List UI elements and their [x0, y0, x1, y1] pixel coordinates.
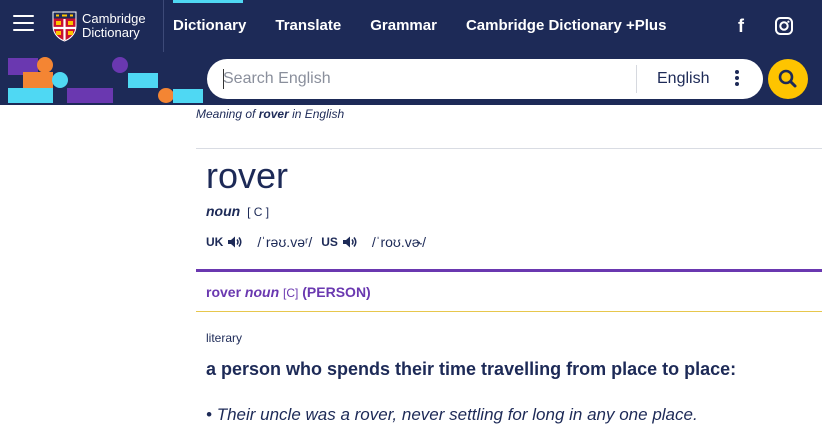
- search-button[interactable]: [768, 59, 808, 99]
- facebook-icon[interactable]: f: [730, 14, 752, 38]
- logo-wordmark: Cambridge Dictionary: [82, 12, 146, 40]
- part-of-speech-line: noun [ C ]: [206, 203, 269, 219]
- grammar-code: [ C ]: [247, 205, 270, 219]
- menu-icon[interactable]: [13, 15, 34, 33]
- headword: rover: [206, 155, 289, 196]
- nav-dictionary-plus[interactable]: Cambridge Dictionary +Plus: [451, 0, 680, 52]
- sense-pos: noun: [244, 284, 280, 300]
- sense-header[interactable]: rover noun [C] (PERSON): [206, 284, 371, 300]
- guide-word: (PERSON): [302, 284, 371, 300]
- example-bullet: •: [206, 405, 212, 424]
- register-label: literary: [206, 331, 243, 345]
- logo-line-2: Dictionary: [82, 25, 140, 40]
- language-selector[interactable]: English: [657, 59, 709, 99]
- sense-divider: [196, 269, 822, 272]
- us-audio-icon[interactable]: [342, 235, 358, 249]
- sense-word: rover: [206, 284, 242, 300]
- deco-dot: [158, 88, 174, 103]
- sense-grammar: [C]: [283, 286, 299, 300]
- search-band: English: [0, 52, 822, 105]
- uk-ipa: /ˈrəʊ.vəʳ/: [257, 234, 313, 250]
- breadcrumb-prefix: Meaning of: [196, 107, 259, 121]
- search-bar: English: [207, 59, 763, 99]
- uk-audio-icon[interactable]: [227, 235, 243, 249]
- top-nav-bar: Cambridge Dictionary Dictionary Translat…: [0, 0, 822, 52]
- deco-block: [8, 88, 53, 103]
- nav-dictionary[interactable]: Dictionary: [164, 0, 260, 52]
- text-caret: [223, 69, 224, 89]
- cambridge-shield-logo: [52, 11, 77, 42]
- definition: a person who spends their time travellin…: [206, 359, 737, 379]
- search-icon: [778, 69, 797, 88]
- logo-line-1: Cambridge: [82, 11, 146, 26]
- sense-underline: [196, 311, 822, 312]
- us-label: US: [321, 235, 338, 249]
- nav-grammar[interactable]: Grammar: [355, 0, 451, 52]
- instagram-icon[interactable]: [773, 14, 795, 38]
- example-sentence: • Their uncle was a rover, never settlin…: [206, 405, 698, 425]
- deco-block: [173, 89, 203, 103]
- search-input[interactable]: [223, 59, 633, 99]
- cambridge-logo[interactable]: Cambridge Dictionary: [52, 9, 146, 43]
- deco-block: [23, 72, 53, 88]
- uk-label: UK: [206, 235, 224, 249]
- divider: [196, 148, 822, 149]
- deco-block: [128, 73, 158, 88]
- breadcrumb-suffix: in English: [288, 107, 345, 121]
- part-of-speech: noun: [206, 203, 241, 219]
- pronunciation-line: UK /ˈrəʊ.vəʳ/ US /ˈroʊ.vɚ/: [206, 233, 435, 251]
- example-text: Their uncle was a rover, never settling …: [216, 405, 698, 424]
- deco-dot: [112, 57, 128, 73]
- main-nav: Dictionary Translate Grammar Cambridge D…: [164, 0, 680, 52]
- deco-dot: [52, 72, 68, 88]
- more-options-icon[interactable]: [733, 70, 741, 88]
- us-ipa: /ˈroʊ.vɚ/: [371, 234, 426, 250]
- search-divider: [636, 65, 637, 93]
- breadcrumb-word: rover: [258, 107, 289, 121]
- breadcrumb: Meaning of rover in English: [196, 107, 344, 121]
- deco-dot: [37, 57, 53, 73]
- deco-block: [67, 88, 113, 103]
- nav-translate[interactable]: Translate: [260, 0, 355, 52]
